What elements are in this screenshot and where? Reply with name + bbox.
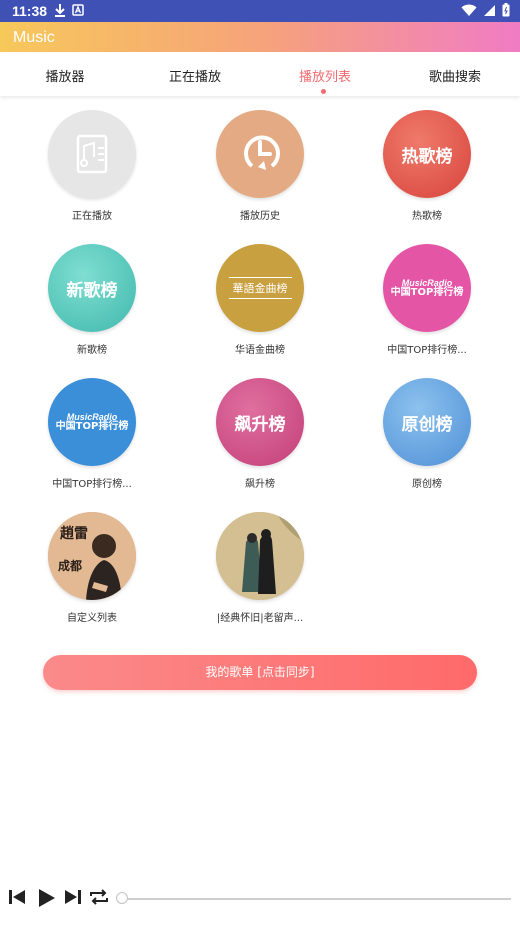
repeat-icon[interactable]: [88, 887, 110, 907]
grid-item-label: 热歌榜: [412, 211, 442, 222]
status-bar: 11:38: [0, 0, 520, 22]
seek-bar-track[interactable]: [121, 898, 511, 900]
cover-text: 原创榜: [401, 414, 453, 435]
signal-icon: [484, 4, 495, 16]
app-bar: Music: [0, 22, 520, 52]
tab-player[interactable]: 播放器: [0, 66, 130, 85]
logo-bottom-text: 中国TOP排行榜: [390, 287, 464, 298]
classic-cover-image: [216, 512, 304, 600]
cover-text: 热歌榜: [401, 146, 453, 167]
tab-now-playing[interactable]: 正在播放: [130, 66, 260, 85]
music-doc-icon: [76, 134, 108, 174]
grid-item-label: 新歌榜: [77, 345, 107, 356]
chinese-golden-cover: 華語金曲榜: [216, 244, 304, 332]
grid-item-classic[interactable]: |经典怀旧|老留声...: [185, 512, 335, 624]
download-icon: [55, 4, 65, 17]
original-cover: 原创榜: [383, 378, 471, 466]
history-cover: [216, 110, 304, 198]
grid-item-label: 中国TOP排行榜...: [387, 345, 467, 356]
china-top-cover: MusicRadio 中国TOP排行榜: [383, 244, 471, 332]
grid-item-custom-list[interactable]: 趙雷 成都 自定义列表: [17, 512, 167, 624]
grid-item-label: 自定义列表: [67, 613, 117, 624]
tab-bar: 播放器 正在播放 播放列表 歌曲搜索: [0, 52, 520, 96]
tab-playlist[interactable]: 播放列表: [260, 66, 390, 94]
rising-cover: 飙升榜: [216, 378, 304, 466]
grid-item-china-top-1[interactable]: MusicRadio 中国TOP排行榜 中国TOP排行榜...: [352, 244, 502, 356]
sync-playlist-button[interactable]: 我的歌单 [点击同步]: [43, 655, 477, 690]
app-title: Music: [13, 29, 55, 46]
tab-playlist-label: 播放列表: [298, 70, 351, 85]
cover-text: 新歌榜: [66, 280, 118, 301]
grid-item-new-songs[interactable]: 新歌榜 新歌榜: [17, 244, 167, 356]
wifi-icon: [461, 4, 477, 16]
cover-text: 飙升榜: [234, 414, 286, 435]
status-time: 11:38: [12, 3, 48, 19]
battery-icon: [502, 3, 510, 17]
notification-a-icon: [72, 4, 84, 16]
svg-text:成都: 成都: [58, 558, 82, 573]
custom-list-cover: 趙雷 成都: [48, 512, 136, 600]
custom-cover-image: 趙雷 成都: [48, 512, 136, 600]
grid-item-hot-songs[interactable]: 热歌榜 热歌榜: [352, 110, 502, 222]
hot-songs-cover: 热歌榜: [383, 110, 471, 198]
china-top-cover: MusicRadio 中国TOP排行榜: [48, 378, 136, 466]
play-icon[interactable]: [38, 888, 56, 908]
grid-item-chinese-golden[interactable]: 華語金曲榜 华语金曲榜: [185, 244, 335, 356]
bottom-player: [0, 872, 520, 926]
cover-text: 華語金曲榜: [228, 277, 292, 299]
grid-item-label: 原创榜: [412, 479, 442, 490]
now-playing-cover: [48, 110, 136, 198]
grid-item-history[interactable]: 播放历史: [185, 110, 335, 222]
svg-text:趙雷: 趙雷: [60, 525, 88, 542]
music-radio-logo: MusicRadio 中国TOP排行榜: [391, 278, 464, 298]
grid-item-label: 华语金曲榜: [235, 345, 285, 356]
seek-bar-thumb[interactable]: [116, 892, 128, 904]
grid-item-original[interactable]: 原创榜 原创榜: [352, 378, 502, 490]
grid-item-china-top-2[interactable]: MusicRadio 中国TOP排行榜 中国TOP排行榜...: [17, 378, 167, 490]
grid-item-label: |经典怀旧|老留声...: [216, 613, 304, 624]
grid-item-label: 正在播放: [72, 211, 112, 222]
history-clock-icon: [244, 135, 280, 170]
music-radio-logo: MusicRadio 中国TOP排行榜: [56, 412, 129, 432]
grid-item-rising[interactable]: 飙升榜 飙升榜: [185, 378, 335, 490]
grid-item-label: 播放历史: [240, 211, 280, 222]
logo-bottom-text: 中国TOP排行榜: [55, 421, 129, 432]
grid-item-now-playing[interactable]: 正在播放: [17, 110, 167, 222]
tab-song-search[interactable]: 歌曲搜索: [390, 66, 520, 85]
classic-cover: [216, 512, 304, 600]
next-icon[interactable]: [64, 888, 82, 906]
grid-item-label: 飙升榜: [245, 479, 275, 490]
previous-icon[interactable]: [8, 888, 26, 906]
grid-item-label: 中国TOP排行榜...: [52, 479, 132, 490]
new-songs-cover: 新歌榜: [48, 244, 136, 332]
active-tab-indicator: [321, 89, 326, 94]
